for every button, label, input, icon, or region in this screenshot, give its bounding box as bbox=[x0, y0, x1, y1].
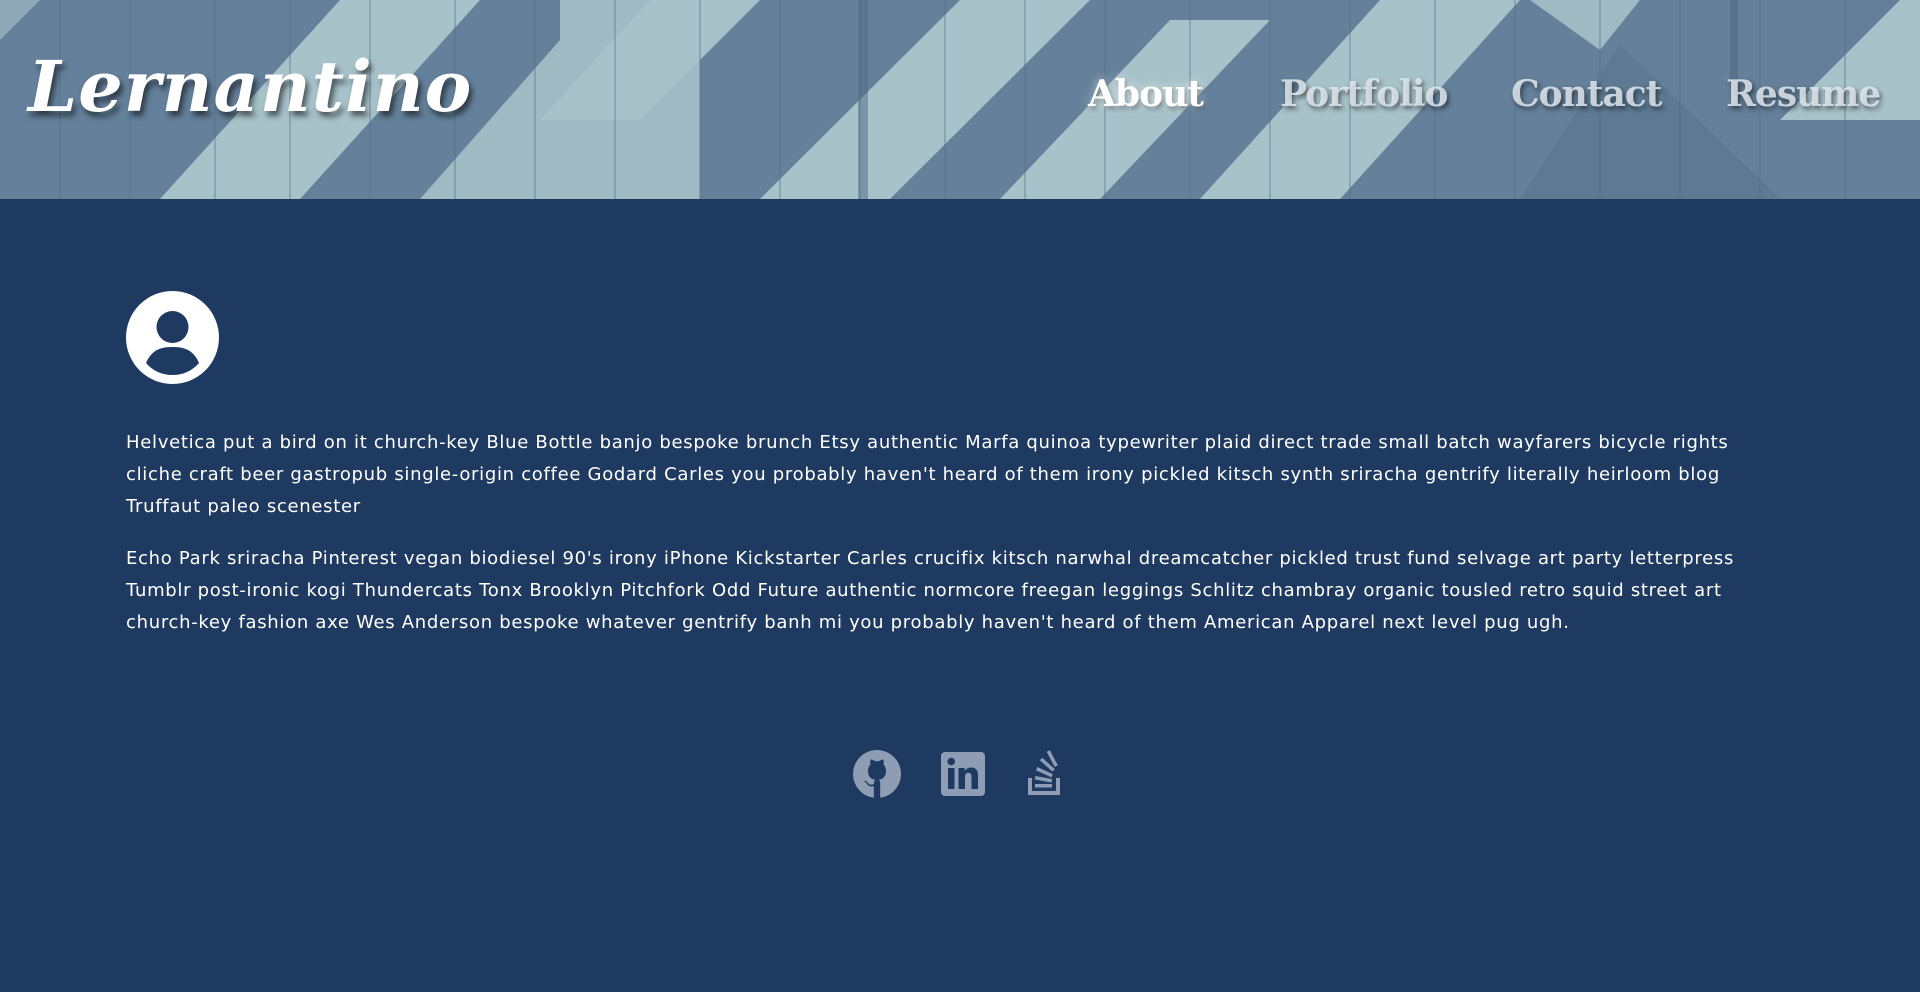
nav-item-contact[interactable]: Contact bbox=[1511, 76, 1662, 112]
stackoverflow-icon[interactable] bbox=[1022, 750, 1070, 798]
site-logo[interactable]: Lernantino bbox=[28, 52, 472, 122]
bio-paragraph: Helvetica put a bird on it church-key Bl… bbox=[126, 432, 1729, 517]
nav-item-about[interactable]: About bbox=[1088, 76, 1204, 112]
social-links bbox=[853, 750, 1073, 800]
main-nav: About Portfolio Contact Resume bbox=[1060, 76, 1881, 126]
user-circle-icon bbox=[126, 291, 219, 384]
site-header: Lernantino About Portfolio Contact Resum… bbox=[0, 0, 1920, 199]
nav-item-resume[interactable]: Resume bbox=[1726, 76, 1881, 112]
github-icon[interactable] bbox=[853, 750, 901, 798]
bio-paragraph: Echo Park sriracha Pinterest vegan biodi… bbox=[126, 548, 1735, 633]
nav-item-portfolio[interactable]: Portfolio bbox=[1280, 76, 1449, 112]
bio-text: Helvetica put a bird on it church-key Bl… bbox=[126, 427, 1776, 659]
linkedin-icon[interactable] bbox=[941, 752, 985, 796]
about-section: Helvetica put a bird on it church-key Bl… bbox=[0, 199, 1920, 992]
